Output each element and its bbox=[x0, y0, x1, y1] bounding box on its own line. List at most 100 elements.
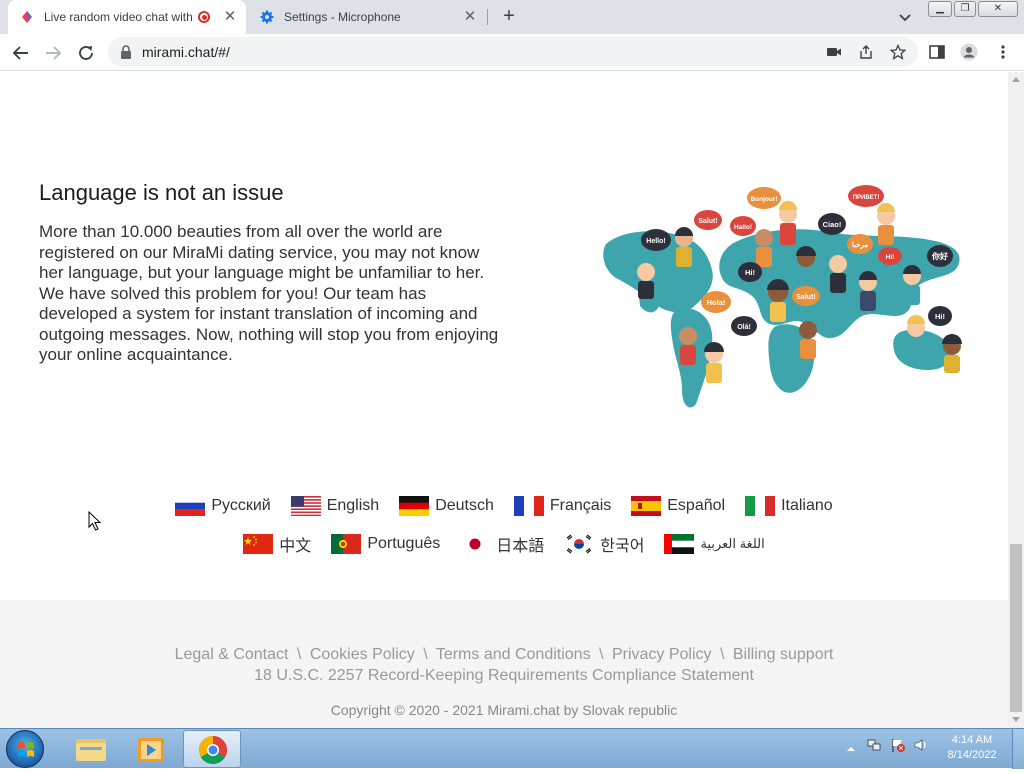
section-paragraph: More than 10.000 beauties from all over … bbox=[39, 222, 499, 364]
windows-logo-icon bbox=[18, 742, 34, 757]
action-center-flag-icon[interactable] bbox=[890, 737, 906, 753]
footer-link-privacy[interactable]: Privacy Policy bbox=[612, 646, 712, 663]
volume-icon[interactable] bbox=[913, 737, 929, 753]
portugal-flag-icon bbox=[331, 534, 362, 554]
page-scrollbar[interactable] bbox=[1008, 72, 1024, 728]
footer-link-cookies[interactable]: Cookies Policy bbox=[310, 646, 415, 663]
speech-bubble: Olá! bbox=[731, 316, 757, 336]
footer-separator: \ bbox=[423, 646, 428, 663]
italy-flag-icon bbox=[745, 496, 776, 516]
camera-in-use-icon[interactable] bbox=[826, 44, 842, 60]
language-link-english[interactable]: English bbox=[290, 496, 380, 516]
russia-flag-icon bbox=[175, 496, 206, 516]
tab-strip: Live random video chat with ✕ Settings -… bbox=[0, 0, 1024, 34]
taskbar-media-player[interactable] bbox=[122, 730, 180, 768]
svg-text:Hi!: Hi! bbox=[886, 254, 895, 261]
china-flag-icon bbox=[243, 534, 274, 554]
language-label: 한국어 bbox=[600, 538, 645, 555]
svg-text:Hi!: Hi! bbox=[935, 312, 945, 321]
start-button[interactable] bbox=[6, 730, 44, 768]
profile-avatar-icon[interactable] bbox=[960, 43, 978, 61]
footer-link-terms[interactable]: Terms and Conditions bbox=[436, 646, 591, 663]
footer-link-billing[interactable]: Billing support bbox=[733, 646, 834, 663]
language-link-japanese[interactable]: 日本語 bbox=[460, 532, 544, 556]
language-link-spanish[interactable]: Español bbox=[631, 496, 725, 516]
language-link-french[interactable]: Français bbox=[513, 496, 611, 516]
restore-window-button[interactable]: ❐ bbox=[954, 1, 976, 17]
share-icon[interactable] bbox=[858, 44, 874, 60]
tab-settings[interactable]: Settings - Microphone ✕ bbox=[248, 0, 486, 34]
svg-text:Olá!: Olá! bbox=[737, 324, 751, 331]
speech-bubble: Salut! bbox=[792, 286, 820, 306]
section-heading: Language is not an issue bbox=[39, 180, 284, 205]
language-link-russian[interactable]: Русский bbox=[175, 496, 271, 516]
page-footer: Legal & Contact \ Cookies Policy \ Terms… bbox=[0, 600, 1008, 728]
reload-icon[interactable] bbox=[75, 42, 97, 64]
tab-mirami[interactable]: Live random video chat with ✕ bbox=[8, 0, 246, 34]
close-tab-icon[interactable]: ✕ bbox=[222, 9, 238, 25]
mirami-favicon-icon bbox=[22, 11, 32, 23]
gear-icon bbox=[260, 10, 274, 24]
language-label: 中文 bbox=[279, 538, 312, 555]
more-menu-icon[interactable] bbox=[994, 43, 1012, 61]
taskbar-chrome[interactable] bbox=[183, 730, 241, 768]
speech-bubble: 你好 bbox=[927, 245, 953, 267]
forward-arrow-icon[interactable] bbox=[42, 42, 64, 64]
language-label: English bbox=[326, 497, 380, 514]
usa-flag-icon bbox=[290, 496, 321, 516]
speech-bubble: Ciao! bbox=[818, 213, 846, 235]
new-tab-button[interactable]: + bbox=[499, 6, 519, 26]
language-label: Русский bbox=[211, 497, 271, 514]
svg-text:Ciao!: Ciao! bbox=[823, 220, 842, 229]
language-link-portuguese[interactable]: Português bbox=[331, 532, 440, 556]
footer-separator: \ bbox=[296, 646, 302, 663]
system-clock[interactable]: 4:14 AM 8/14/2022 bbox=[942, 733, 1002, 763]
taskbar-file-explorer[interactable] bbox=[62, 730, 120, 768]
japan-flag-icon bbox=[460, 534, 491, 554]
folder-icon bbox=[76, 739, 106, 761]
language-list-row-2: 中文 Português 日本語 한국어 اللغة العربية bbox=[0, 532, 1008, 556]
minimize-window-button[interactable]: ▁ bbox=[928, 1, 952, 17]
close-tab-icon[interactable]: ✕ bbox=[462, 9, 478, 25]
scrollbar-thumb[interactable] bbox=[1010, 544, 1022, 712]
chevron-down-icon[interactable] bbox=[896, 8, 914, 26]
close-window-button[interactable]: ✕ bbox=[978, 1, 1018, 17]
speech-bubble: Hi! bbox=[878, 247, 902, 265]
lock-icon[interactable] bbox=[120, 45, 132, 59]
language-link-arabic[interactable]: اللغة العربية bbox=[664, 532, 765, 556]
svg-text:ПРИВЕТ!: ПРИВЕТ! bbox=[853, 195, 880, 201]
bookmark-star-icon[interactable] bbox=[890, 44, 906, 60]
speech-bubble: ПРИВЕТ! bbox=[848, 185, 884, 207]
svg-text:你好: 你好 bbox=[931, 251, 948, 261]
chrome-icon bbox=[199, 736, 227, 764]
footer-separator: \ bbox=[599, 646, 604, 663]
speech-bubble: Hola! bbox=[701, 291, 731, 313]
media-player-icon bbox=[138, 738, 164, 762]
show-desktop-button[interactable] bbox=[1012, 729, 1024, 769]
language-link-korean[interactable]: 한국어 bbox=[564, 532, 644, 556]
footer-link-compliance[interactable]: 18 U.S.C. 2257 Record-Keeping Requiremen… bbox=[0, 665, 1008, 686]
copyright-text: Copyright © 2020 - 2021 Mirami.chat by S… bbox=[330, 702, 678, 718]
svg-text:Salut!: Salut! bbox=[698, 218, 717, 225]
language-link-german[interactable]: Deutsch bbox=[399, 496, 494, 516]
south-korea-flag-icon bbox=[564, 534, 595, 554]
back-arrow-icon[interactable] bbox=[10, 42, 32, 64]
scroll-down-arrow-icon[interactable] bbox=[1012, 717, 1020, 722]
address-bar[interactable]: mirami.chat/#/ bbox=[108, 37, 918, 67]
clock-date: 8/14/2022 bbox=[947, 749, 997, 761]
scroll-up-arrow-icon[interactable] bbox=[1012, 77, 1020, 82]
uae-flag-icon bbox=[664, 534, 695, 554]
clock-time: 4:14 AM bbox=[951, 734, 993, 746]
speech-bubble: Hello! bbox=[641, 229, 671, 251]
speech-bubble: Hi! bbox=[928, 306, 952, 326]
side-panel-icon[interactable] bbox=[928, 43, 946, 61]
network-icon[interactable] bbox=[866, 737, 882, 753]
tab-separator bbox=[487, 9, 488, 25]
language-label: اللغة العربية bbox=[700, 536, 765, 551]
language-list-row-1: Русский English Deutsch Français Español… bbox=[0, 496, 1008, 516]
language-link-chinese[interactable]: 中文 bbox=[243, 532, 311, 556]
language-link-italian[interactable]: Italiano bbox=[745, 496, 833, 516]
show-hidden-icons-icon[interactable] bbox=[843, 741, 859, 757]
language-label: Italiano bbox=[781, 497, 833, 514]
footer-link-legal[interactable]: Legal & Contact bbox=[175, 646, 289, 663]
